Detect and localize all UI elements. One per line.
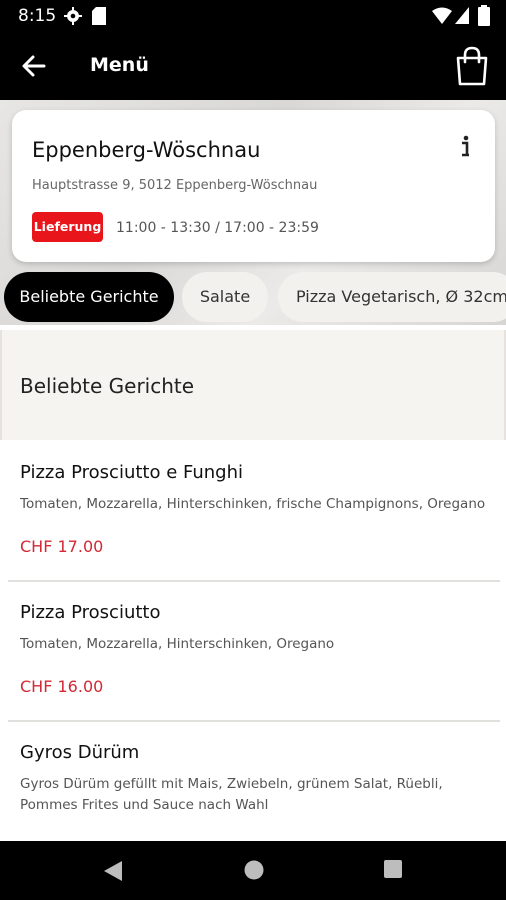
menu-item-description: Tomaten, Mozzarella, Hinterschinken, Ore… [20,636,335,652]
restaurant-address: Hauptstrasse 9, 5012 Eppenberg-Wöschnau [32,178,318,193]
navigation-bar [0,841,506,900]
restaurant-name: Eppenberg-Wöschnau [32,138,261,162]
menu-item[interactable]: Gyros Dürüm Gyros Dürüm gefüllt mit Mais… [0,722,506,841]
status-time: 8:15 [18,6,57,26]
tab-beliebte-gerichte[interactable]: Beliebte Gerichte [4,272,174,322]
menu-item-price: CHF 17.00 [20,537,104,556]
section-title: Beliebte Gerichte [20,374,195,398]
page-title: Menü [90,54,149,76]
app-bar: Menü [0,32,506,100]
tab-pizza-vegetarisch[interactable]: Pizza Vegetarisch, Ø 32cm [278,272,506,322]
wifi-icon [432,7,452,24]
opening-hours: 11:00 - 13:30 / 17:00 - 23:59 [116,220,319,236]
back-button[interactable] [14,46,54,86]
signal-icon [455,7,469,24]
cart-button[interactable] [450,44,494,88]
recents-square-icon[interactable] [383,859,403,879]
info-icon [462,135,469,157]
menu-item-name: Pizza Prosciutto e Funghi [20,462,244,483]
home-circle-icon[interactable] [243,859,265,881]
status-bar: 8:15 [0,0,506,32]
category-tabs: Beliebte Gerichte Salate Pizza Vegetaris… [0,272,506,324]
arrow-left-icon [22,55,46,77]
back-triangle-icon[interactable] [102,859,124,883]
gear-icon [64,7,82,25]
menu-item-name: Gyros Dürüm [20,742,140,763]
menu-item-description: Tomaten, Mozzarella, Hinterschinken, fri… [20,496,486,512]
menu-item[interactable]: Pizza Prosciutto e Funghi Tomaten, Mozza… [0,440,506,580]
restaurant-info-card: Eppenberg-Wöschnau Hauptstrasse 9, 5012 … [12,110,495,262]
menu-item[interactable]: Pizza Prosciutto Tomaten, Mozzarella, Hi… [0,582,506,720]
battery-icon [478,5,490,26]
shopping-bag-icon [456,46,488,86]
menu-item-description: Gyros Dürüm gefüllt mit Mais, Zwiebeln, … [20,776,443,813]
section-header: Beliebte Gerichte [0,330,506,440]
delivery-badge: Lieferung [32,212,103,242]
menu-item-name: Pizza Prosciutto [20,602,161,623]
info-button[interactable] [456,132,474,160]
tab-salate[interactable]: Salate [182,272,268,322]
sim-card-icon [92,7,106,25]
menu-item-price: CHF 16.00 [20,677,104,696]
